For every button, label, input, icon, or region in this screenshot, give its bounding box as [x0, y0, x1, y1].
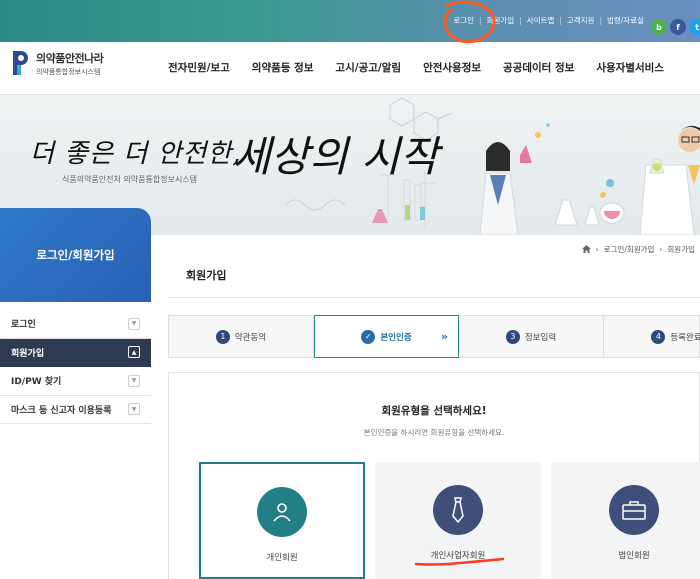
logo-title: 의약품안전나라: [36, 51, 104, 65]
divider: [168, 297, 700, 298]
separator: |: [559, 16, 562, 25]
twitter-icon[interactable]: t: [689, 19, 700, 35]
nav-item-e-civil[interactable]: 전자민원/보고: [168, 60, 230, 75]
step-verification: ✓ 본인인증 »: [314, 315, 459, 358]
step-label: 약관동의: [234, 332, 267, 343]
member-type-label: 법인회원: [618, 551, 650, 561]
hero-slogan-b: 세상의 시작: [232, 132, 439, 181]
separator: |: [519, 16, 522, 25]
page-title: 회원가입: [186, 269, 227, 282]
hero-slogan-a: 더 좋은 더 안전한,: [30, 139, 242, 169]
step-info: 3 정보입력: [459, 316, 604, 357]
hero-subtitle: 식품의약품안전처 의약품통합정보시스템: [62, 175, 198, 184]
top-utility-bar: 로그인 | 회원가입 | 사이트맵 | 고객지원 | 법령/자료실 b f t: [0, 0, 700, 42]
sidebar-item-label: 마스크 등 신고자 이용등록: [11, 405, 112, 416]
member-type-question: 회원유형을 선택하세요!: [381, 405, 487, 417]
step-label: 등록완료: [670, 332, 700, 343]
blog-icon[interactable]: b: [651, 19, 667, 35]
top-link-signup[interactable]: 회원가입: [487, 15, 515, 26]
separator: |: [479, 16, 482, 25]
chevron-down-icon: ▼: [128, 403, 140, 416]
sidebar-title: 로그인/회원가입: [0, 208, 151, 302]
double-chevron-right-icon: »: [440, 330, 448, 343]
sidebar-item-label: ID/PW 찾기: [11, 377, 62, 388]
chevron-up-icon: ▲: [128, 346, 140, 359]
nav-item-safety[interactable]: 안전사용정보: [423, 60, 481, 75]
logo-mark-icon: [10, 49, 32, 77]
separator: |: [599, 16, 602, 25]
top-link-law[interactable]: 법령/자료실: [607, 15, 644, 26]
person-icon: [257, 487, 307, 537]
sidebar-menu: 로그인 ▼ 회원가입 ▲ ID/PW 찾기 ▼ 마스크 등 신고자 이용등록 ▼: [0, 310, 151, 424]
member-type-panel: 회원유형을 선택하세요! 본인인증을 하시려면 회원유형을 선택하세요. 개인회…: [168, 372, 700, 579]
site-logo[interactable]: 의약품안전나라 의약품통합정보시스템: [10, 49, 104, 77]
breadcrumb-item-login-signup[interactable]: 로그인/회원가입: [604, 244, 655, 255]
facebook-icon[interactable]: f: [670, 19, 686, 35]
logo-subtitle: 의약품통합정보시스템: [36, 67, 101, 76]
chevron-down-icon: ▼: [128, 317, 140, 330]
top-link-sitemap[interactable]: 사이트맵: [527, 15, 555, 26]
member-type-label: 개인회원: [266, 553, 298, 563]
chevron-down-icon: ▼: [128, 374, 140, 387]
step-complete: 4 등록완료: [604, 316, 700, 357]
step-number: 4: [651, 329, 666, 344]
member-type-sole-proprietor[interactable]: 개인사업자회원: [375, 462, 541, 579]
step-number: 1: [215, 329, 230, 344]
sidebar-item-login[interactable]: 로그인 ▼: [0, 310, 151, 339]
member-type-instruction: 본인인증을 하시려면 회원유형을 선택하세요.: [363, 428, 505, 437]
breadcrumb-separator: ›: [659, 245, 663, 254]
site-header: 의약품안전나라 의약품통합정보시스템 전자민원/보고 의약품등 정보 고시/공고…: [0, 42, 700, 95]
sidebar-item-label: 회원가입: [11, 348, 45, 359]
home-icon[interactable]: [581, 244, 591, 255]
step-terms: 1 약관동의: [169, 316, 314, 357]
sidebar-item-signup[interactable]: 회원가입 ▲: [0, 338, 151, 367]
sidebar-item-mask-register[interactable]: 마스크 등 신고자 이용등록 ▼: [0, 396, 151, 424]
top-link-login[interactable]: 로그인: [453, 15, 474, 26]
member-type-corporate[interactable]: 법인회원: [551, 462, 700, 579]
top-links: 로그인 | 회원가입 | 사이트맵 | 고객지원 | 법령/자료실: [453, 15, 644, 26]
main-nav: 전자민원/보고 의약품등 정보 고시/공고/알림 안전사용정보 공공데이터 정보…: [168, 60, 686, 75]
breadcrumb-item-signup[interactable]: 회원가입: [667, 244, 695, 255]
step-label: 정보입력: [524, 332, 557, 343]
step-number: 3: [505, 329, 520, 344]
briefcase-icon: [609, 485, 659, 535]
sidebar-item-label: 로그인: [11, 320, 36, 331]
nav-item-notice[interactable]: 고시/공고/알림: [335, 60, 401, 75]
top-link-support[interactable]: 고객지원: [567, 15, 595, 26]
breadcrumb-separator: ›: [595, 245, 599, 254]
member-type-individual[interactable]: 개인회원: [199, 462, 365, 579]
signup-steps: 1 약관동의 ✓ 본인인증 » 3 정보입력 4 등록완료: [168, 315, 700, 358]
step-label: 본인인증: [380, 332, 412, 343]
breadcrumb: › 로그인/회원가입 › 회원가입: [581, 244, 700, 255]
member-type-label: 개인사업자회원: [430, 551, 486, 561]
nav-item-public-data[interactable]: 공공데이터 정보: [503, 60, 574, 75]
nav-item-drug-info[interactable]: 의약품등 정보: [252, 60, 314, 75]
necktie-icon: [433, 485, 483, 535]
check-icon: ✓: [361, 329, 376, 344]
member-type-options: 개인회원 개인사업자회원 법인회원: [199, 462, 700, 579]
sidebar-item-find-idpw[interactable]: ID/PW 찾기 ▼: [0, 367, 151, 396]
nav-item-user-service[interactable]: 사용자별서비스: [596, 60, 664, 75]
